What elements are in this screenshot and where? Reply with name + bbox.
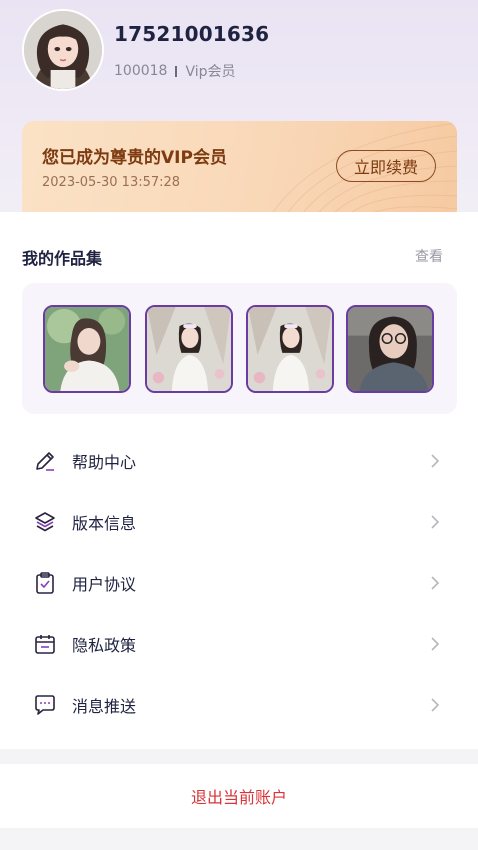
user-meta: 100018 Vip会员: [114, 61, 236, 81]
works-title: 我的作品集: [22, 249, 103, 268]
chat-bubble-icon: [33, 693, 57, 717]
avatar[interactable]: [22, 9, 104, 91]
works-gallery: [22, 283, 457, 414]
chevron-right-icon: [429, 575, 441, 591]
user-id: 100018: [114, 63, 168, 79]
work-thumbnail[interactable]: [145, 305, 233, 393]
works-view-link[interactable]: 查看: [415, 246, 443, 266]
menu-item-notifications[interactable]: 消息推送: [0, 674, 478, 735]
vip-title: 您已成为尊贵的VIP会员: [42, 148, 227, 168]
chevron-right-icon: [429, 697, 441, 713]
member-level: Vip会员: [185, 64, 236, 80]
clipboard-check-icon: [33, 571, 57, 595]
chevron-right-icon: [429, 514, 441, 530]
layers-icon: [33, 510, 57, 534]
vip-expire-date: 2023-05-30 13:57:28: [42, 175, 181, 190]
chevron-right-icon: [429, 453, 441, 469]
menu-item-version[interactable]: 版本信息: [0, 491, 478, 552]
calendar-icon: [33, 632, 57, 656]
menu-label: 帮助中心: [72, 452, 137, 472]
vip-card: 您已成为尊贵的VIP会员 2023-05-30 13:57:28 立即续费: [22, 121, 457, 221]
menu-label: 用户协议: [72, 574, 137, 594]
chevron-right-icon: [429, 636, 441, 652]
renew-button[interactable]: 立即续费: [336, 150, 436, 182]
logout-button[interactable]: 退出当前账户: [0, 764, 478, 828]
menu-item-agreement[interactable]: 用户协议: [0, 552, 478, 613]
menu-label: 消息推送: [72, 696, 137, 716]
menu-label: 隐私政策: [72, 635, 137, 655]
work-thumbnail[interactable]: [43, 305, 131, 393]
work-thumbnail[interactable]: [346, 305, 434, 393]
work-thumbnail[interactable]: [246, 305, 334, 393]
menu-label: 版本信息: [72, 513, 137, 533]
menu-item-help[interactable]: 帮助中心: [0, 430, 478, 491]
menu-item-privacy[interactable]: 隐私政策: [0, 613, 478, 674]
pencil-icon: [33, 449, 57, 473]
divider: [175, 65, 178, 77]
user-phone: 17521001636: [114, 22, 270, 46]
